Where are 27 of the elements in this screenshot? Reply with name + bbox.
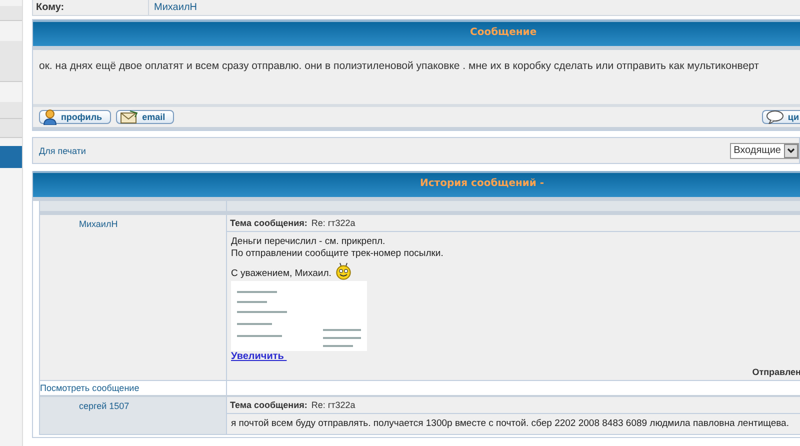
profile-button[interactable]: профиль xyxy=(39,110,112,124)
message-text: Деньги перечислил - см. прикрепл. xyxy=(231,236,386,248)
message-subject: Тема сообщения: Re: гт322а xyxy=(227,397,800,414)
email-button[interactable]: email xyxy=(116,110,174,124)
section-title: Сообщение xyxy=(470,27,537,38)
envelope-icon xyxy=(120,110,138,124)
smiley-icon xyxy=(336,262,352,280)
message-subject: Тема сообщения: Re: гт322а xyxy=(227,215,800,232)
section-title: История сообщений - xyxy=(420,178,544,189)
speech-bubble-icon xyxy=(766,110,784,124)
author-name[interactable]: МихаилН xyxy=(40,219,226,229)
message-text: По отправлении сообщите трек-номер посылки. xyxy=(231,248,444,260)
signature-text: С уважением, Михаил. xyxy=(231,268,332,280)
person-icon xyxy=(43,109,57,125)
print-link[interactable]: Для печати xyxy=(39,146,86,156)
sent-label: Отправлен xyxy=(752,367,800,379)
folder-select[interactable]: Входящие xyxy=(730,142,799,158)
quote-button[interactable]: ци xyxy=(762,110,800,124)
recipient-label: Кому: xyxy=(33,0,149,15)
message-body: ок. на днях ещё двое оплатят и всем сразу отправлю. они в полиэтиленовой упаковке . мне их в коробку сделать или отправить как мультиконверт xyxy=(33,50,800,107)
screenshot-thumbnail[interactable] xyxy=(231,281,367,351)
message-text: я почтой всем буду отправлять. получается 1300р вместе с почтой. сбер 2202 2008 8483 6089 людмила павловна лентищева. xyxy=(231,418,790,430)
sidebar-header xyxy=(0,146,22,168)
caret-icon xyxy=(787,148,795,154)
enlarge-link[interactable]: Увеличить xyxy=(231,351,287,362)
recipient-name[interactable]: МихаилН xyxy=(149,2,198,13)
view-message-link[interactable]: Посмотреть сообщение xyxy=(40,383,140,393)
